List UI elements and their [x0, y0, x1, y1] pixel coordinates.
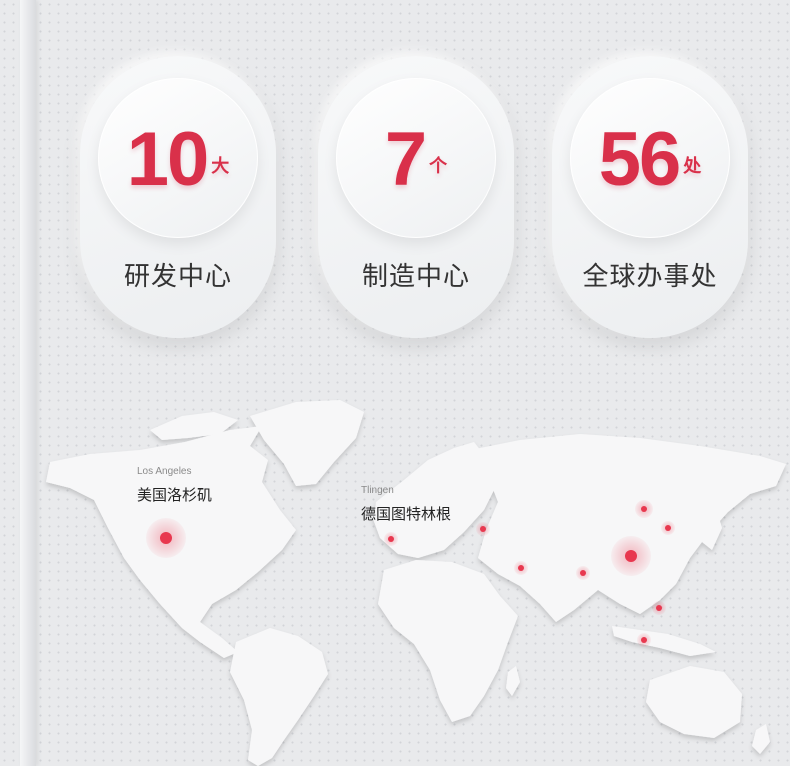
marker-office[interactable] — [656, 605, 662, 611]
city-label-cn-tlingen: 德国图特林根 — [361, 505, 452, 523]
stat-value: 7个 — [384, 117, 448, 202]
marker-tlingen[interactable] — [388, 536, 394, 542]
world-map — [46, 400, 786, 766]
stat-label: 制造中心 — [361, 262, 470, 292]
marker-office[interactable] — [518, 565, 524, 571]
city-label-en-los-angeles: Los Angeles — [137, 466, 192, 477]
southeast-asia-islands-shape — [612, 626, 716, 656]
marker-headquarters[interactable] — [625, 550, 637, 562]
south-america-shape — [230, 628, 328, 766]
stat-unit: 个 — [429, 156, 448, 176]
africa-shape — [378, 560, 518, 722]
stat-value: 10 大 — [126, 117, 230, 202]
stat-card-manufacturing-centers: 7个 制造中心 — [318, 56, 514, 338]
stat-label: 全球办事处 — [582, 262, 718, 292]
city-label-en-tlingen: Tlingen — [361, 485, 394, 496]
marker-office[interactable] — [641, 506, 647, 512]
new-zealand-shape — [752, 724, 770, 754]
stat-value: 56 处 — [598, 117, 702, 202]
stat-card-global-offices: 56 处 全球办事处 — [552, 56, 748, 338]
australia-shape — [646, 666, 742, 738]
madagascar-shape — [506, 666, 520, 696]
stat-card-rd-centers: 10 大 研发中心 — [80, 56, 276, 338]
continents — [46, 400, 786, 766]
marker-office[interactable] — [665, 525, 671, 531]
stat-unit: 大 — [211, 156, 230, 176]
marker-office[interactable] — [580, 570, 586, 576]
stat-label: 研发中心 — [123, 262, 232, 292]
city-label-cn-los-angeles: 美国洛杉矶 — [137, 486, 213, 504]
stat-unit: 处 — [683, 156, 702, 176]
marker-los-angeles[interactable] — [160, 532, 172, 544]
marker-office[interactable] — [641, 637, 647, 643]
greenland-shape — [250, 400, 364, 486]
marker-office[interactable] — [480, 526, 486, 532]
asia-shape — [470, 434, 786, 622]
